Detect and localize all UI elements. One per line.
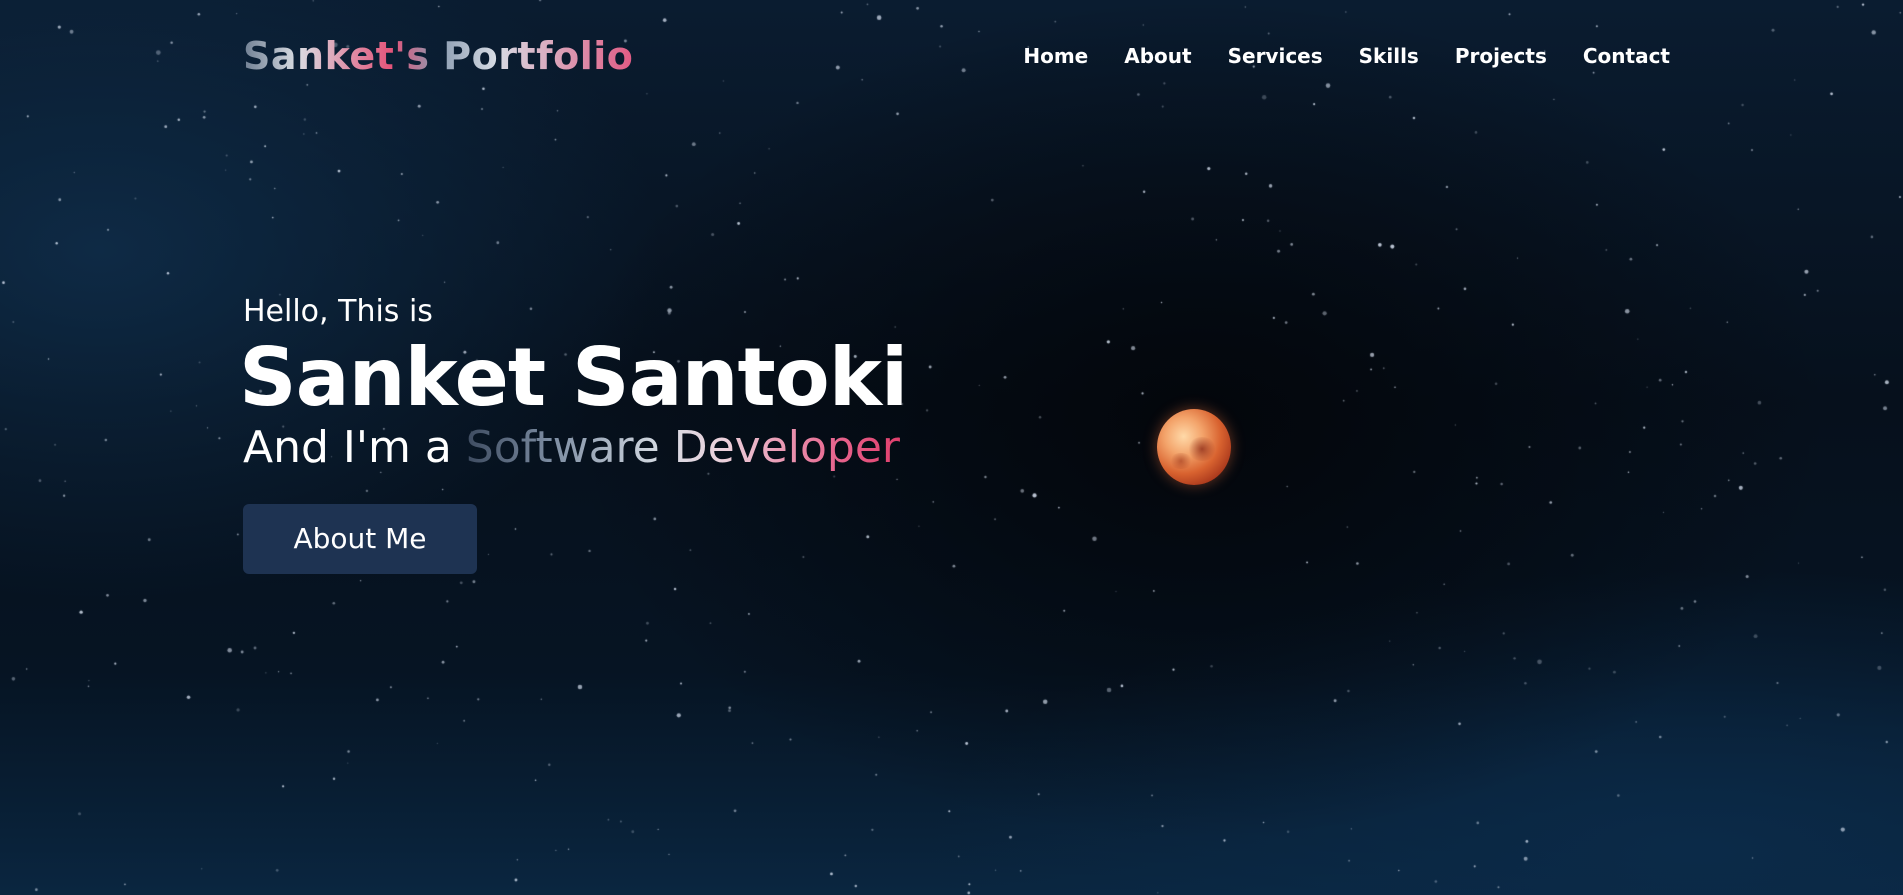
nav-link-skills[interactable]: Skills <box>1359 44 1419 68</box>
site-logo[interactable]: Sanket's Portfolio <box>243 30 633 82</box>
about-me-button[interactable]: About Me <box>243 504 477 574</box>
nav-link-projects[interactable]: Projects <box>1455 44 1547 68</box>
nav-item-home: Home <box>1023 40 1088 72</box>
hero-content: Hello, This is Sanket Santoki And I'm a … <box>239 290 908 574</box>
hero-greeting: Hello, This is <box>243 294 433 329</box>
nav-link-contact[interactable]: Contact <box>1583 44 1670 68</box>
blood-moon-image <box>1157 409 1231 485</box>
hero-name: Sanket Santoki <box>239 331 908 424</box>
nav-item-contact: Contact <box>1583 40 1670 72</box>
navbar: Sanket's Portfolio Home About Services S… <box>0 0 1903 110</box>
nav-menu: Home About Services Skills Projects Cont… <box>987 40 1670 72</box>
hero-role-prefix: And I'm a <box>243 422 466 473</box>
nav-link-about[interactable]: About <box>1124 44 1191 68</box>
nav-link-services[interactable]: Services <box>1228 44 1323 68</box>
nav-item-projects: Projects <box>1455 40 1547 72</box>
nav-item-skills: Skills <box>1359 40 1419 72</box>
nav-item-services: Services <box>1228 40 1323 72</box>
hero-role-typed: Software Developer <box>465 422 901 473</box>
nav-link-home[interactable]: Home <box>1023 44 1088 68</box>
hero-section: Sanket's Portfolio Home About Services S… <box>0 0 1903 895</box>
nav-item-about: About <box>1124 40 1191 72</box>
hero-role-line: And I'm a Software Developer <box>243 418 907 478</box>
